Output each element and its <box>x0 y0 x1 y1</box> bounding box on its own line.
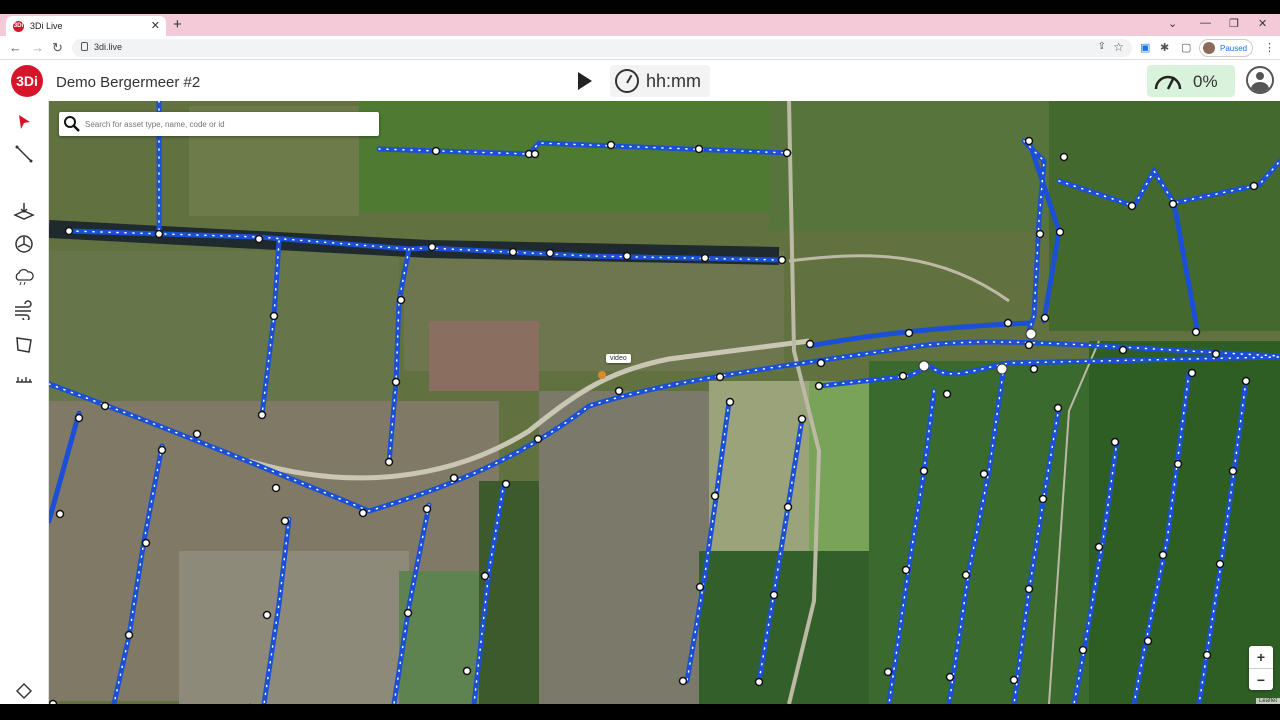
forward-icon[interactable]: → <box>31 40 44 55</box>
profile-avatar <box>1203 42 1215 54</box>
user-account-icon[interactable] <box>1246 66 1274 94</box>
rain-tool[interactable] <box>10 264 38 290</box>
line-draw-icon <box>15 145 33 163</box>
search-input[interactable] <box>85 116 370 132</box>
layers-icon <box>16 683 32 699</box>
address-bar: ← → ↻ 3di.live ⇪ ☆ ▣ ✱ ▢ Paused ⋮ <box>0 36 1280 60</box>
bookmark-star-icon[interactable]: ☆ <box>1113 40 1124 54</box>
share-icon[interactable]: ⇪ <box>1098 41 1106 52</box>
project-name: Demo Bergermeer #2 <box>56 74 201 91</box>
search-icon <box>64 116 80 132</box>
measure-tool[interactable] <box>10 365 38 391</box>
zoom-in-button[interactable]: + <box>1249 646 1273 668</box>
tab-search-icon[interactable]: ⌄ <box>1168 17 1177 30</box>
browser-menu-icon[interactable]: ⋮ <box>1264 41 1275 54</box>
area-tool[interactable] <box>10 332 38 358</box>
extensions-puzzle-icon[interactable]: ✱ <box>1160 41 1169 54</box>
minimize-icon[interactable]: — <box>1200 17 1211 29</box>
tab-close-icon[interactable]: ✕ <box>151 19 160 32</box>
restore-icon[interactable]: ❐ <box>1229 17 1239 30</box>
browser-window: 3Di 3Di Live ✕ + ⌄ — ❐ ✕ ← → ↻ 3di.live … <box>0 14 1280 704</box>
browser-tab[interactable]: 3Di 3Di Live ✕ <box>6 16 166 36</box>
asset-search[interactable] <box>59 112 379 136</box>
app-header: 3Di Demo Bergermeer #2 hh:mm 0% <box>0 61 1280 101</box>
map-attribution[interactable]: Leaflet <box>1255 698 1280 704</box>
window-close-icon[interactable]: ✕ <box>1258 17 1267 30</box>
pointer-arrow-icon <box>19 115 30 129</box>
tab-title: 3Di Live <box>30 21 63 31</box>
pump-icon <box>15 235 33 253</box>
lock-icon <box>81 42 88 51</box>
wind-tool[interactable] <box>10 297 38 323</box>
pump-tool[interactable] <box>10 231 38 257</box>
profile-button[interactable]: Paused <box>1199 39 1253 57</box>
map-canvas[interactable] <box>49 101 1280 704</box>
wind-icon <box>15 300 32 320</box>
layers-tool[interactable] <box>10 678 38 704</box>
progress-percent: 0% <box>1193 72 1218 91</box>
polygon-icon <box>16 337 32 353</box>
back-icon[interactable]: ← <box>9 40 22 55</box>
omnibox[interactable]: 3di.live ⇪ ☆ <box>72 39 1132 57</box>
side-panel-icon[interactable]: ▢ <box>1181 41 1191 54</box>
tool-sidebar <box>0 101 49 704</box>
clock-icon <box>615 69 639 93</box>
map-tooltip: video <box>606 354 631 363</box>
progress-indicator[interactable]: 0% <box>1147 65 1235 97</box>
tab-strip: 3Di 3Di Live ✕ + ⌄ — ❐ ✕ <box>0 14 1280 36</box>
zoom-out-button[interactable]: − <box>1249 668 1273 690</box>
zoom-control: + − <box>1249 646 1273 690</box>
raster-icon <box>13 203 35 220</box>
time-text: hh:mm <box>646 71 702 91</box>
reload-icon[interactable]: ↻ <box>52 40 63 56</box>
raster-edit-tool[interactable] <box>10 198 38 224</box>
app-logo: 3Di <box>11 65 43 97</box>
profile-status: Paused <box>1220 44 1248 53</box>
rain-cloud-icon <box>15 268 34 286</box>
measure-icon <box>16 377 32 383</box>
line-tool[interactable] <box>10 141 38 167</box>
speed-gauge-icon <box>1154 75 1182 90</box>
map-view[interactable]: video + − Leaflet <box>49 101 1280 704</box>
new-tab-button[interactable]: + <box>173 16 182 33</box>
tab-favicon-icon: 3Di <box>13 21 24 32</box>
time-display[interactable]: hh:mm <box>610 65 710 97</box>
select-tool[interactable] <box>10 109 38 135</box>
play-icon[interactable] <box>578 72 592 90</box>
translate-extension-icon[interactable]: ▣ <box>1140 41 1150 54</box>
url-text: 3di.live <box>94 42 123 52</box>
